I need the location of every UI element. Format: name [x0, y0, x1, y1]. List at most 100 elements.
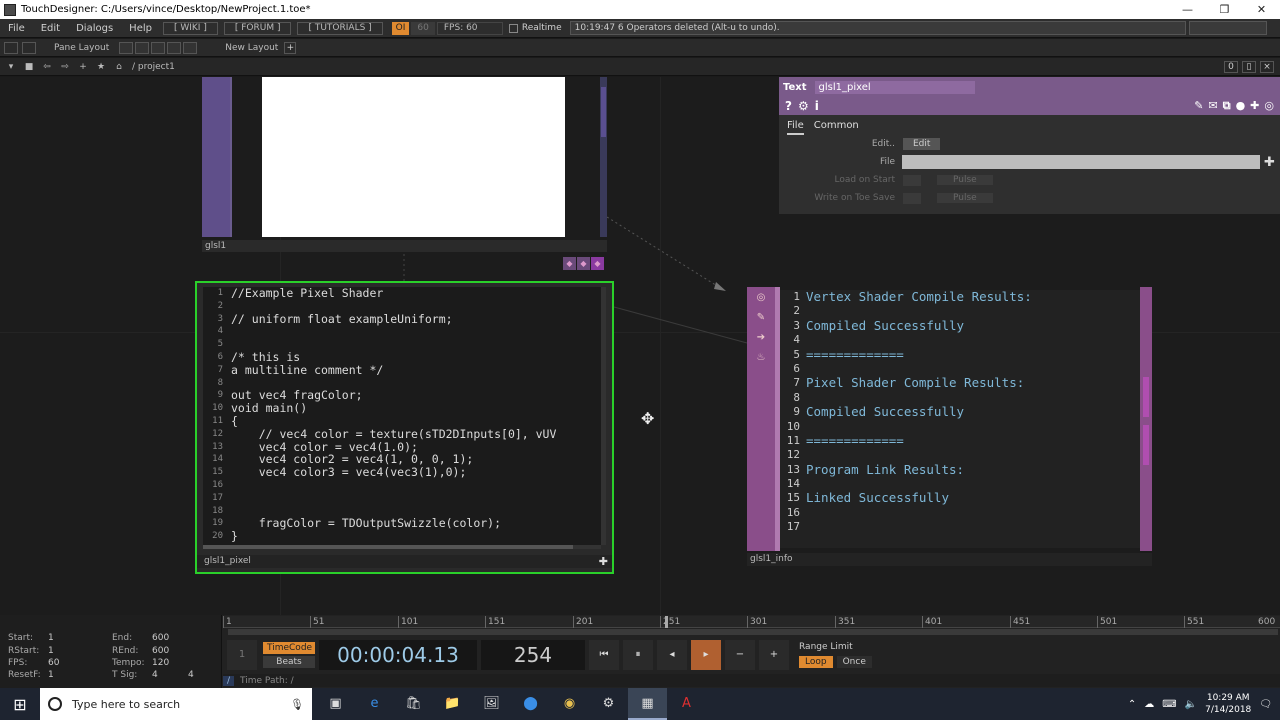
forward-icon[interactable]: ⇨ — [58, 61, 72, 73]
add-param-icon[interactable]: ✚ — [1250, 99, 1259, 113]
arrow-right-icon[interactable]: ➔ — [754, 331, 768, 345]
start-value[interactable]: 1 — [48, 633, 54, 643]
microphone-icon[interactable]: 🎙 — [290, 698, 304, 711]
beats-button[interactable]: Beats — [263, 656, 315, 668]
taskbar-search[interactable]: Type here to search 🎙 — [40, 688, 312, 720]
minus-button[interactable]: − — [725, 640, 755, 670]
close-button[interactable]: ✕ — [1243, 3, 1280, 16]
windows-start-icon[interactable]: ⊞ — [0, 695, 40, 714]
touchdesigner-taskbar-icon[interactable]: ▦ — [628, 688, 667, 720]
forum-link[interactable]: [ FORUM ] — [223, 21, 292, 35]
vertical-scrollbar[interactable] — [601, 287, 606, 545]
oi-toggle[interactable]: OI — [391, 21, 410, 35]
pane-close-button[interactable]: × — [1260, 60, 1274, 73]
network-path[interactable]: / project1 — [132, 62, 175, 72]
onedrive-icon[interactable]: ☁ — [1144, 699, 1154, 710]
add-output-icon[interactable]: ✚ — [599, 555, 608, 568]
file-input[interactable] — [902, 155, 1260, 169]
timecode-button[interactable]: TimeCode — [263, 642, 315, 654]
pin-icon[interactable]: ✎ — [754, 311, 768, 325]
tutorials-link[interactable]: [ TUTORIALS ] — [297, 21, 383, 35]
task-view-icon[interactable]: ▣ — [316, 688, 355, 720]
step-back-button[interactable]: ◂ — [657, 640, 687, 670]
tab-file[interactable]: File — [787, 120, 804, 135]
pane-split-icon[interactable] — [22, 41, 36, 54]
pane-icon[interactable] — [4, 41, 18, 54]
help-icon[interactable]: ? — [785, 99, 792, 113]
maps-icon[interactable]: ⬤ — [511, 688, 550, 720]
network-icon[interactable]: ⌨ — [1162, 699, 1176, 710]
once-button[interactable]: Once — [836, 656, 872, 668]
stop-icon[interactable]: ■ — [22, 61, 36, 73]
info-icon[interactable]: i — [815, 99, 819, 113]
back-icon[interactable]: ⇦ — [40, 61, 54, 73]
timecode-display[interactable]: 00:00:04.13 — [319, 640, 477, 670]
timeline-ruler[interactable]: 1 51 101 151 201 251 301 351 401 451 501 551 600 — [223, 616, 1280, 628]
file-browse-icon[interactable]: ✚ — [1264, 155, 1275, 170]
pane-split-button[interactable]: ▯ — [1242, 60, 1256, 73]
frame-display[interactable]: 254 — [481, 640, 585, 670]
op-name-field[interactable]: glsl1_pixel — [814, 80, 975, 94]
home-icon[interactable]: ⌂ — [112, 61, 126, 73]
resetf-value[interactable]: 1 — [48, 670, 54, 680]
fps-value[interactable]: 60 — [48, 658, 59, 668]
tempo-value[interactable]: 120 — [152, 658, 169, 668]
pixel-shader-code[interactable]: 1 //Example Pixel Shader 2 3 // uniform floa… — [203, 287, 601, 545]
tab-common[interactable]: Common — [814, 120, 859, 135]
plus-button[interactable]: + — [759, 640, 789, 670]
render-flag-icon[interactable]: ◆ — [591, 257, 604, 270]
python-icon[interactable]: ● — [1236, 99, 1246, 113]
pane-type-dropdown-icon[interactable]: ▾ — [4, 61, 18, 73]
comment-icon[interactable]: ✉ — [1208, 99, 1217, 113]
volume-icon[interactable]: 🔈 — [1185, 699, 1197, 710]
node-output-bar[interactable] — [600, 77, 607, 237]
network-editor[interactable]: glsl1 ◆ ◆ ◆ 1//Example Pixel Shader 2 3// … — [0, 77, 1280, 615]
menu-edit[interactable]: Edit — [33, 23, 68, 34]
new-layout-label[interactable]: New Layout — [225, 43, 278, 53]
layout-split-v-icon[interactable] — [135, 41, 150, 54]
steam-icon[interactable]: ⚙ — [589, 688, 628, 720]
layout-triple-icon[interactable] — [167, 41, 182, 54]
time-path-root[interactable]: / — [223, 675, 235, 686]
vertical-scrollbar[interactable] — [1140, 287, 1152, 551]
tray-chevron-icon[interactable]: ⌃ — [1128, 699, 1136, 710]
store-icon[interactable]: 🛍 — [394, 688, 433, 720]
node-viewer[interactable] — [232, 77, 600, 237]
bookmark-star-icon[interactable]: ★ — [94, 61, 108, 73]
range-bar[interactable] — [228, 629, 1278, 635]
menu-file[interactable]: File — [0, 23, 33, 34]
display-flag-icon[interactable]: ◆ — [577, 257, 590, 270]
viewer-flag-icon[interactable]: ◆ — [563, 257, 576, 270]
edit-button[interactable]: Edit — [903, 138, 941, 150]
realtime-checkbox[interactable]: Realtime — [508, 23, 562, 33]
target-icon[interactable]: ◎ — [754, 291, 768, 305]
python-icon[interactable]: ♨ — [754, 351, 768, 365]
loop-button[interactable]: Loop — [799, 656, 833, 668]
tsig-numerator[interactable]: 4 — [152, 670, 158, 680]
node-label[interactable]: glsl1 — [202, 240, 607, 252]
pane-id-field[interactable]: 0 — [1224, 60, 1238, 73]
edit-pencil-icon[interactable]: ✎ — [1194, 99, 1203, 113]
horizontal-scrollbar[interactable] — [203, 545, 601, 549]
load-pulse-button[interactable]: Pulse — [937, 175, 993, 185]
add-icon[interactable]: + — [76, 61, 90, 73]
menu-help[interactable]: Help — [121, 23, 160, 34]
chrome-icon[interactable]: ◉ — [550, 688, 589, 720]
wiki-link[interactable]: [ WIKI ] — [162, 21, 218, 35]
glsl1-top-node[interactable]: glsl1 — [202, 77, 607, 252]
play-button[interactable]: ▸ — [691, 640, 721, 670]
system-clock[interactable]: 10:29 AM 7/14/2018 — [1205, 692, 1251, 716]
edge-icon[interactable]: e — [355, 688, 394, 720]
photos-icon[interactable]: 🖼 — [472, 688, 511, 720]
write-pulse-button[interactable]: Pulse — [937, 193, 993, 203]
layout-single-icon[interactable] — [119, 41, 134, 54]
python-help-icon[interactable]: ⚙ — [798, 99, 809, 113]
acrobat-icon[interactable]: A — [667, 688, 706, 720]
node-label[interactable]: glsl1_pixel ✚ — [197, 555, 612, 568]
layout-quad-icon[interactable] — [183, 41, 198, 54]
add-layout-button[interactable]: + — [284, 41, 297, 54]
file-explorer-icon[interactable]: 📁 — [433, 688, 472, 720]
tsig-denominator[interactable]: 4 — [188, 670, 194, 680]
write-on-save-toggle[interactable] — [903, 192, 921, 204]
info-results-text[interactable]: 1 Vertex Shader Compile Results: 2 3 Compile… — [780, 290, 1140, 548]
